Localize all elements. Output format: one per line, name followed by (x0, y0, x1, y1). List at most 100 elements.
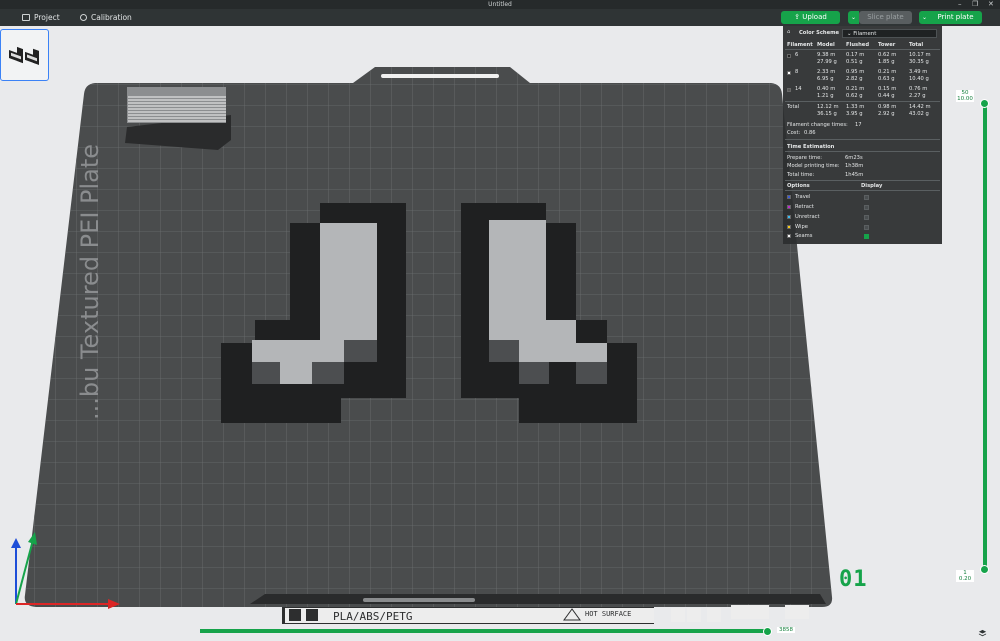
object-thumbnail[interactable] (0, 29, 49, 81)
window-title: Untitled (488, 1, 512, 8)
calibration-label: Calibration (91, 13, 132, 22)
tower-length: 0.62 m (878, 52, 897, 58)
option-color-swatch (787, 195, 791, 199)
total-flushed-length: 1.33 m (846, 104, 865, 110)
slice-dropdown-button[interactable]: ⌄ (848, 11, 859, 24)
color-scheme-icon: ⌂ (787, 29, 791, 35)
cost-value: 0.86 (804, 130, 816, 136)
display-checkbox-checked[interactable] (864, 234, 869, 239)
upload-icon: ⇪ (794, 13, 801, 21)
layer-top-label: 50 10.00 (956, 90, 974, 102)
plate-material-text: PLA/ABS/PETG (333, 610, 412, 623)
flushed-length: 0.17 m (846, 52, 865, 58)
color-scheme-select[interactable]: ⌄ Filament (842, 29, 937, 38)
project-label: Project (34, 13, 60, 22)
model-time-label: Model printing time: (787, 163, 840, 169)
calibration-icon (80, 14, 87, 21)
upload-label: Upload (802, 13, 827, 21)
bed-label: ...bu Textured PEI Plate (76, 144, 104, 420)
total-label: Total (787, 104, 800, 110)
flushed-weight: 2.82 g (846, 76, 863, 82)
prepare-time-value: 6m23s (845, 155, 863, 161)
option-label: Travel (795, 194, 811, 200)
option-label: Seams (795, 233, 813, 239)
maximize-icon[interactable]: ❐ (972, 0, 978, 9)
tower-weight: 0.63 g (878, 76, 895, 82)
model-weight: 1.21 g (817, 93, 834, 99)
color-scheme-label: Color Scheme (799, 30, 840, 36)
minimize-icon[interactable]: – (958, 0, 962, 9)
filament-swatch (787, 88, 791, 92)
prime-tower (125, 87, 231, 150)
total-length: 0.76 m (909, 86, 928, 92)
slice-stats-panel: ⌂ Color Scheme ⌄ Filament Filament Model… (783, 26, 942, 244)
display-checkbox[interactable] (864, 205, 869, 210)
flushed-weight: 0.62 g (846, 93, 863, 99)
move-slider-track[interactable] (200, 629, 766, 633)
total-weight: 30.35 g (909, 59, 929, 65)
filament-change-label: Filament change times: (787, 122, 848, 128)
layer-slider-bottom-handle[interactable] (980, 565, 989, 574)
filament-id: 6 (795, 52, 799, 58)
move-slider-handle[interactable] (763, 627, 772, 636)
flushed-length: 0.95 m (846, 69, 865, 75)
option-label: Wipe (795, 224, 808, 230)
total-tower-length: 0.98 m (878, 104, 897, 110)
model-length: 0.40 m (817, 86, 836, 92)
option-color-swatch (787, 234, 791, 238)
filament-swatch (787, 54, 791, 58)
divider (785, 49, 940, 50)
flushed-length: 0.21 m (846, 86, 865, 92)
display-checkbox[interactable] (864, 215, 869, 220)
total-flushed-weight: 3.95 g (846, 111, 863, 117)
print-plate-button[interactable]: Print plate (929, 11, 982, 24)
total-weight: 10.40 g (909, 76, 929, 82)
flushed-weight: 0.51 g (846, 59, 863, 65)
layer-bottom-label: 1 0.20 (956, 570, 974, 582)
slice-plate-button[interactable]: Slice plate (859, 11, 912, 24)
total-tower-weight: 2.92 g (878, 111, 895, 117)
layer-slider-top-handle[interactable] (980, 99, 989, 108)
filament-id: 8 (795, 69, 799, 75)
layer-bottom-height: 0.20 (958, 576, 972, 582)
total-model-weight: 36.15 g (817, 111, 837, 117)
filament-change-value: 17 (855, 122, 862, 128)
col-header-filament: Filament (787, 42, 813, 48)
close-icon[interactable]: ✕ (988, 0, 994, 9)
divider (785, 101, 940, 102)
title-bar: Untitled – ❐ ✕ (0, 0, 1000, 9)
option-color-swatch (787, 225, 791, 229)
calibration-tab[interactable]: Calibration (80, 9, 132, 26)
options-header: Options (787, 183, 810, 189)
plate-number: 01 (839, 567, 868, 592)
display-checkbox[interactable] (864, 195, 869, 200)
display-header: Display (861, 183, 883, 189)
bed-grid (24, 67, 833, 607)
time-estimation-header: Time Estimation (787, 144, 835, 150)
model-weight: 27.99 g (817, 59, 837, 65)
col-header-tower: Tower (878, 42, 896, 48)
layer-slider-track[interactable] (983, 104, 987, 570)
move-slider-value: 3858 (777, 627, 795, 633)
divider (785, 190, 940, 191)
total-length: 3.49 m (909, 69, 928, 75)
layers-icon[interactable] (978, 629, 987, 638)
boots-thumbnail-icon (9, 46, 39, 65)
project-tab[interactable]: Project (22, 9, 60, 26)
total-length: 10.17 m (909, 52, 931, 58)
display-checkbox[interactable] (864, 225, 869, 230)
model-weight: 6.95 g (817, 76, 834, 82)
layer-top-height: 10.00 (957, 96, 973, 102)
model-time-value: 1h38m (845, 163, 864, 169)
model-length: 9.38 m (817, 52, 836, 58)
grand-total-weight: 43.02 g (909, 111, 929, 117)
filament-id: 14 (795, 86, 802, 92)
tower-weight: 1.85 g (878, 59, 895, 65)
total-time-value: 1h45m (845, 172, 864, 178)
tower-length: 0.15 m (878, 86, 897, 92)
upload-button[interactable]: ⇪ Upload (781, 11, 840, 24)
divider (785, 180, 940, 181)
col-header-model: Model (817, 42, 835, 48)
total-weight: 2.27 g (909, 93, 926, 99)
prepare-time-label: Prepare time: (787, 155, 823, 161)
